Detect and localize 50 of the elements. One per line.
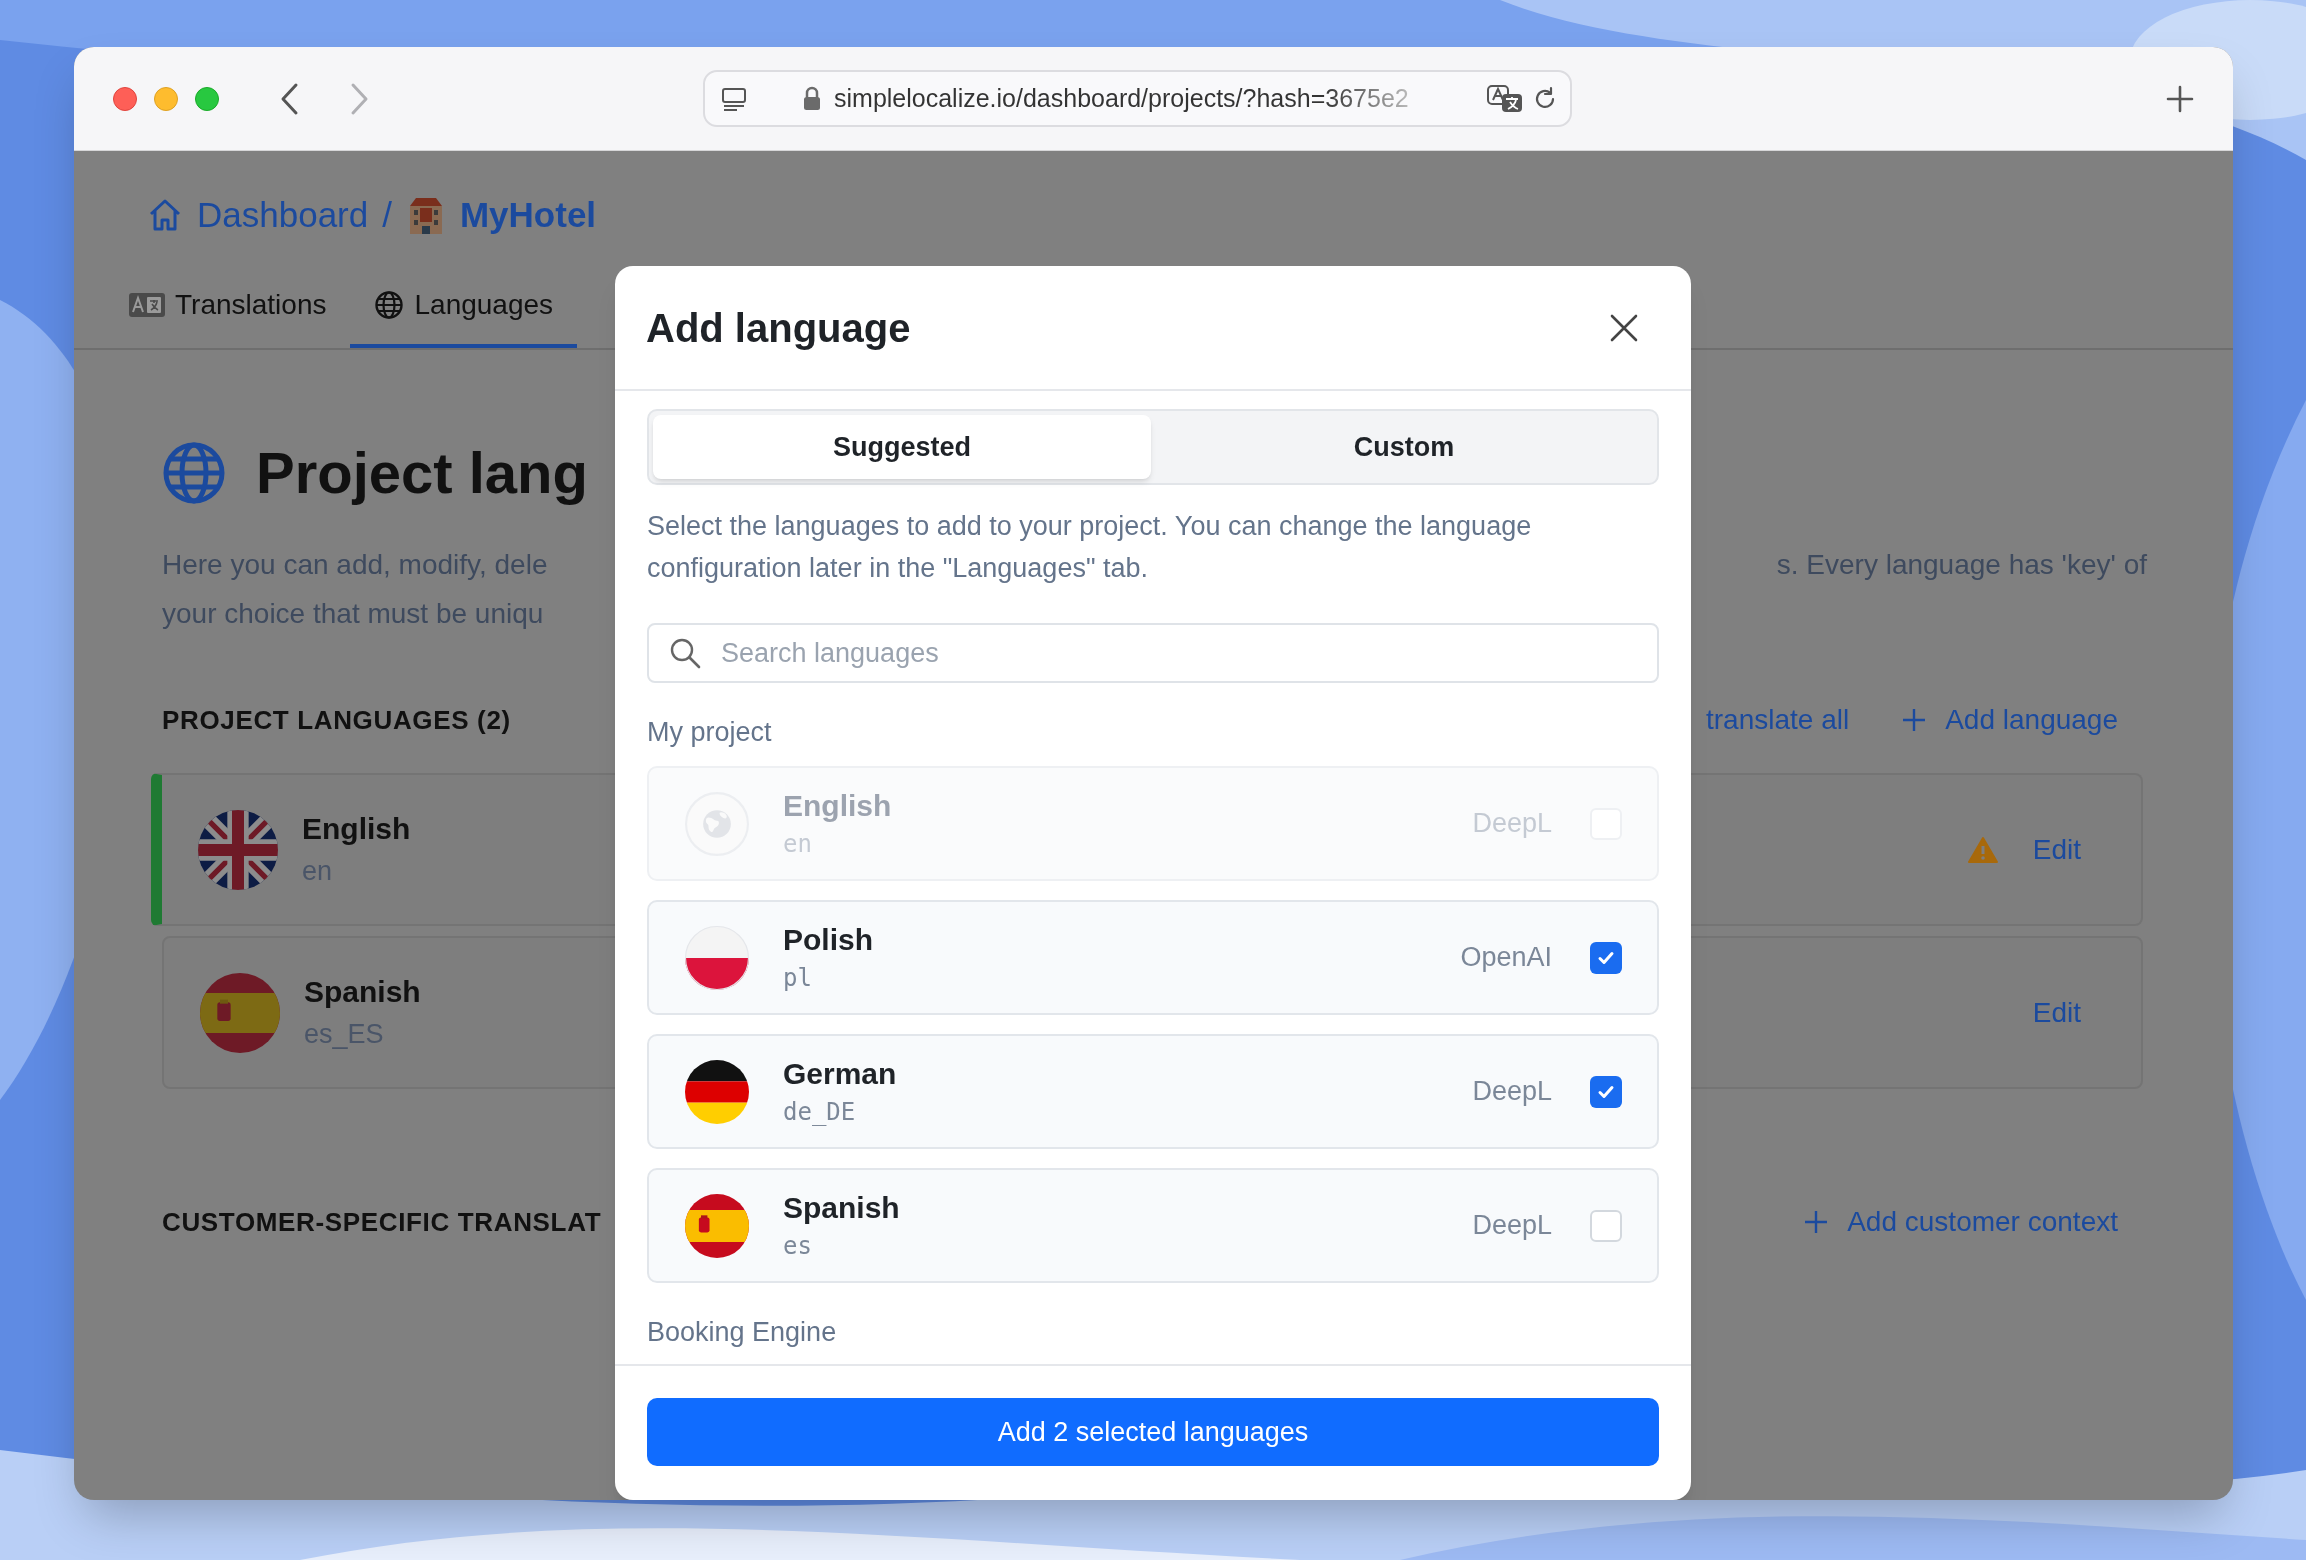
checkbox[interactable]	[1590, 941, 1622, 974]
group-title: Booking Engine	[647, 1316, 838, 1349]
tab[interactable]: Suggested	[653, 415, 1151, 479]
close-window-button[interactable]	[113, 86, 137, 111]
flag-icon	[685, 1059, 749, 1124]
description-text: s. Every language has 'key' of	[1776, 548, 2147, 582]
breadcrumb-separator: /	[382, 195, 392, 235]
language-name: English	[783, 787, 892, 824]
plus-icon	[1803, 1209, 1830, 1235]
language-code: pl	[783, 962, 813, 994]
language-code: es	[783, 1230, 813, 1262]
language-name: Spanish	[304, 973, 421, 1010]
language-code: de_DE	[783, 1096, 857, 1128]
close-icon[interactable]	[1609, 312, 1639, 343]
intro-text: Select the languages to add to your project. You can change the language configuration later in the "Languages" tab.	[647, 510, 1533, 585]
plus-icon	[1901, 707, 1928, 733]
page-title: Project lang	[256, 439, 588, 507]
address-bar[interactable]: simplelocalize.io/dashboard/projects/?hash=3675e2	[703, 70, 1572, 127]
provider-label: OpenAI	[1460, 941, 1552, 975]
checkbox[interactable]	[1590, 1209, 1622, 1242]
lock-icon	[802, 85, 822, 112]
flag-icon	[685, 791, 749, 856]
dialog-title: Add language	[646, 304, 911, 352]
section-title: CUSTOMER-SPECIFIC TRANSLAT	[162, 1205, 602, 1239]
tab[interactable]: Languages	[350, 266, 578, 348]
description-text: your choice that must be uniqu	[162, 597, 545, 631]
language-name: Spanish	[783, 1189, 900, 1226]
section-title: PROJECT LANGUAGES (2)	[162, 703, 511, 737]
provider-label: DeepL	[1472, 1209, 1552, 1243]
search-field[interactable]: Search languages	[647, 623, 1659, 683]
tab[interactable]: Custom	[1155, 415, 1653, 479]
language-row[interactable]: Polish pl OpenAI	[647, 900, 1659, 1015]
tab[interactable]: Translations	[105, 266, 351, 348]
zoom-window-button[interactable]	[195, 86, 219, 111]
language-row[interactable]: Spanish es DeepL	[647, 1168, 1659, 1283]
submit-button[interactable]: Add 2 selected languages	[647, 1398, 1659, 1466]
language-row[interactable]: German de_DE DeepL	[647, 1034, 1659, 1149]
group-title: My project	[647, 716, 773, 749]
translate-icon[interactable]	[1486, 83, 1524, 114]
checkbox[interactable]	[1590, 1075, 1622, 1108]
new-tab-icon[interactable]	[2165, 83, 2195, 114]
language-name: German	[783, 1055, 897, 1092]
provider-label: DeepL	[1472, 1075, 1552, 1109]
globe-icon	[162, 441, 226, 505]
translation-icon	[129, 292, 165, 318]
language-name: English	[302, 810, 411, 847]
description-text: Here you can add, modify, dele	[162, 548, 548, 582]
globe-icon	[374, 290, 405, 320]
search-icon	[669, 637, 701, 669]
language-name: Polish	[783, 921, 873, 958]
